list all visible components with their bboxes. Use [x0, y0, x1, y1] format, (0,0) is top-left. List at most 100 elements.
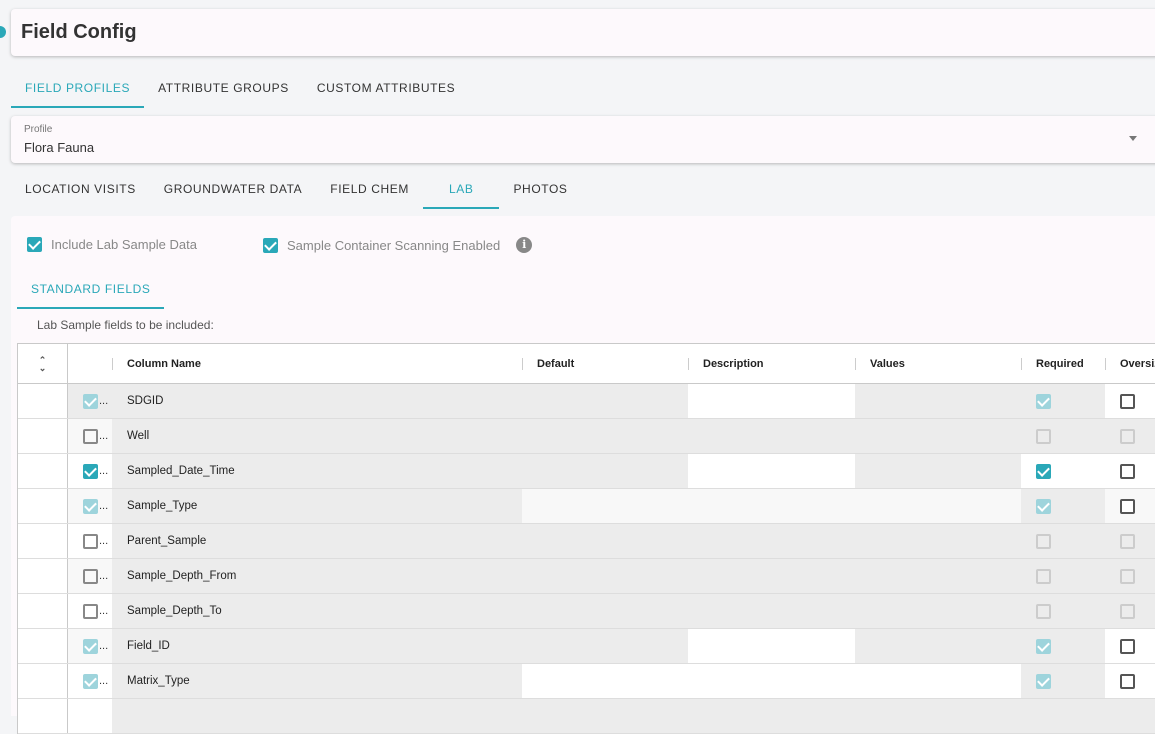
tab-standard-fields[interactable]: STANDARD FIELDS: [17, 269, 165, 309]
include-checkbox[interactable]: [83, 673, 98, 689]
description-cell[interactable]: [688, 384, 855, 418]
include-cell[interactable]: ...: [68, 559, 112, 593]
description-cell[interactable]: [688, 489, 855, 523]
values-cell[interactable]: [855, 524, 1021, 558]
default-cell[interactable]: [522, 629, 688, 663]
include-cell[interactable]: ...: [68, 454, 112, 488]
tab-photos[interactable]: PHOTOS: [499, 169, 581, 209]
required-checkbox[interactable]: [1036, 638, 1051, 654]
header-required[interactable]: Required: [1021, 344, 1105, 383]
include-checkbox[interactable]: [83, 603, 98, 619]
description-cell[interactable]: [688, 454, 855, 488]
include-cell[interactable]: ...: [68, 419, 112, 453]
oversize-cell[interactable]: [1105, 419, 1155, 453]
oversize-cell[interactable]: [1105, 384, 1155, 418]
oversize-cell[interactable]: [1105, 489, 1155, 523]
scanning-option[interactable]: Sample Container Scanning Enabled i: [263, 237, 533, 253]
include-cell[interactable]: ...: [68, 384, 112, 418]
profile-select[interactable]: Profile Flora Fauna: [11, 116, 1155, 163]
oversize-checkbox[interactable]: [1120, 638, 1135, 654]
default-cell[interactable]: [522, 594, 688, 628]
oversize-checkbox[interactable]: [1120, 533, 1135, 549]
include-cell[interactable]: ...: [68, 489, 112, 523]
oversize-cell[interactable]: [1105, 454, 1155, 488]
values-cell[interactable]: [855, 559, 1021, 593]
include-checkbox[interactable]: [83, 533, 98, 549]
required-checkbox[interactable]: [1036, 568, 1051, 584]
tab-location-visits[interactable]: LOCATION VISITS: [11, 169, 150, 209]
description-cell[interactable]: [688, 419, 855, 453]
required-cell[interactable]: [1021, 384, 1105, 418]
default-cell[interactable]: [522, 384, 688, 418]
include-cell[interactable]: ...: [68, 594, 112, 628]
info-icon[interactable]: i: [516, 237, 533, 253]
header-column-name[interactable]: Column Name: [112, 344, 522, 383]
required-checkbox[interactable]: [1036, 393, 1051, 409]
required-cell[interactable]: [1021, 699, 1105, 733]
required-checkbox[interactable]: [1036, 463, 1051, 479]
include-checkbox[interactable]: [83, 463, 98, 479]
values-cell[interactable]: [855, 629, 1021, 663]
required-cell[interactable]: [1021, 559, 1105, 593]
required-checkbox[interactable]: [1036, 498, 1051, 514]
oversize-cell[interactable]: [1105, 629, 1155, 663]
include-checkbox[interactable]: [83, 568, 98, 584]
default-cell[interactable]: [522, 489, 688, 523]
values-cell[interactable]: [855, 664, 1021, 698]
default-cell[interactable]: [522, 664, 688, 698]
header-values[interactable]: Values: [855, 344, 1021, 383]
oversize-checkbox[interactable]: [1120, 428, 1135, 444]
oversize-checkbox[interactable]: [1120, 603, 1135, 619]
header-default[interactable]: Default: [522, 344, 688, 383]
oversize-checkbox[interactable]: [1120, 498, 1135, 514]
default-cell[interactable]: [522, 524, 688, 558]
values-cell[interactable]: [855, 594, 1021, 628]
required-cell[interactable]: [1021, 524, 1105, 558]
description-cell[interactable]: [688, 629, 855, 663]
include-lab-checkbox[interactable]: [27, 237, 42, 252]
description-cell[interactable]: [688, 699, 855, 733]
include-cell[interactable]: ...: [68, 524, 112, 558]
default-cell[interactable]: [522, 699, 688, 733]
oversize-cell[interactable]: [1105, 699, 1155, 733]
oversize-checkbox[interactable]: [1120, 393, 1135, 409]
required-checkbox[interactable]: [1036, 603, 1051, 619]
oversize-checkbox[interactable]: [1120, 463, 1135, 479]
required-checkbox[interactable]: [1036, 673, 1051, 689]
required-cell[interactable]: [1021, 664, 1105, 698]
header-description[interactable]: Description: [688, 344, 855, 383]
include-cell[interactable]: [68, 699, 112, 733]
values-cell[interactable]: [855, 489, 1021, 523]
include-cell[interactable]: ...: [68, 664, 112, 698]
tab-attribute-groups[interactable]: ATTRIBUTE GROUPS: [144, 68, 303, 108]
required-checkbox[interactable]: [1036, 428, 1051, 444]
required-cell[interactable]: [1021, 454, 1105, 488]
tab-lab[interactable]: LAB: [422, 169, 500, 209]
tab-field-chem[interactable]: FIELD CHEM: [316, 169, 423, 209]
oversize-cell[interactable]: [1105, 559, 1155, 593]
values-cell[interactable]: [855, 454, 1021, 488]
scanning-checkbox[interactable]: [263, 237, 278, 253]
dropdown-caret-icon[interactable]: [1129, 136, 1137, 141]
required-cell[interactable]: [1021, 489, 1105, 523]
default-cell[interactable]: [522, 454, 688, 488]
values-cell[interactable]: [855, 384, 1021, 418]
sort-toggle[interactable]: ⌃ ⌄: [18, 344, 68, 383]
oversize-cell[interactable]: [1105, 664, 1155, 698]
oversize-cell[interactable]: [1105, 524, 1155, 558]
header-oversize[interactable]: Oversiz: [1105, 344, 1155, 383]
include-cell[interactable]: ...: [68, 629, 112, 663]
tab-custom-attributes[interactable]: CUSTOM ATTRIBUTES: [303, 68, 469, 108]
tab-field-profiles[interactable]: FIELD PROFILES: [11, 68, 145, 108]
description-cell[interactable]: [688, 664, 855, 698]
description-cell[interactable]: [688, 524, 855, 558]
oversize-checkbox[interactable]: [1120, 673, 1135, 689]
required-checkbox[interactable]: [1036, 533, 1051, 549]
oversize-checkbox[interactable]: [1120, 568, 1135, 584]
default-cell[interactable]: [522, 419, 688, 453]
include-checkbox[interactable]: [83, 638, 98, 654]
include-checkbox[interactable]: [83, 428, 98, 444]
include-checkbox[interactable]: [83, 498, 98, 514]
tab-groundwater-data[interactable]: GROUNDWATER DATA: [150, 169, 316, 209]
required-cell[interactable]: [1021, 594, 1105, 628]
